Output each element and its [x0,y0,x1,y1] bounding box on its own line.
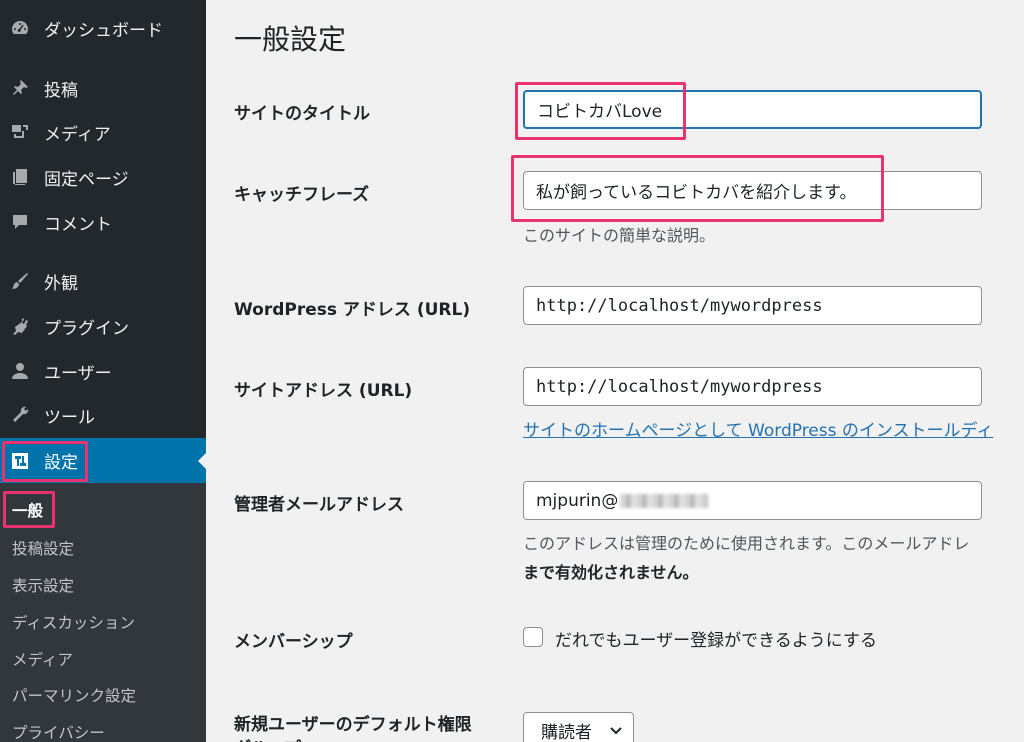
menu-label: コメント [44,214,112,235]
submenu-discussion[interactable]: ディスカッション [12,611,135,633]
menu-tools[interactable]: ツール [0,395,206,435]
admin-email-value: mjpurin@ [536,490,619,511]
menu-comments[interactable]: コメント [0,202,206,242]
menu-label: 外観 [44,273,78,294]
wp-address-label: WordPress アドレス (URL) [234,300,471,320]
wrench-icon [8,403,32,427]
site-address-label: サイトアドレス (URL) [234,381,413,401]
submenu-reading[interactable]: 表示設定 [12,574,74,596]
membership-checkbox[interactable] [523,627,543,647]
active-indicator [198,452,206,469]
settings-icon [8,449,32,473]
menu-plugins[interactable]: プラグイン [0,306,206,346]
site-title-label: サイトのタイトル [234,104,370,124]
default-role-select[interactable]: 購読者 [523,712,634,742]
menu-label: 投稿 [44,80,78,101]
submenu-general[interactable]: 一般 [12,499,43,521]
menu-label: 固定ページ [44,169,129,190]
submenu-media[interactable]: メディア [12,648,73,670]
media-icon [8,120,32,144]
pin-icon [8,76,32,100]
menu-label: ダッシュボード [44,20,163,41]
menu-dashboard[interactable]: ダッシュボード [0,8,206,48]
default-role-label: 新規ユーザーのデフォルト権限 [234,715,472,735]
default-role-selected: 購読者 [541,722,592,742]
menu-posts[interactable]: 投稿 [0,68,206,108]
dashboard-icon [8,16,32,40]
admin-email-input[interactable]: mjpurin@ [523,481,982,520]
menu-appearance[interactable]: 外観 [0,261,206,301]
membership-checkbox-label[interactable]: だれでもユーザー登録ができるようにする [555,626,877,651]
page-icon [8,165,32,189]
site-title-input[interactable]: コビトカバLove [523,90,982,129]
admin-email-description-bold: まで有効化されません。 [523,559,699,583]
menu-label: 設定 [44,453,78,473]
submenu-privacy[interactable]: プライバシー [12,721,105,742]
admin-email-description-line2: まで有効化されません。 [523,563,699,582]
tagline-input[interactable]: 私が飼っているコビトカバを紹介します。 [523,171,982,210]
menu-media[interactable]: メディア [0,112,206,152]
user-icon [8,359,32,383]
site-address-help-link[interactable]: サイトのホームページとして WordPress のインストールディ [523,416,993,441]
menu-label: ツール [44,407,95,428]
tagline-label: キャッチフレーズ [234,185,370,205]
redacted-email-blur [620,493,709,508]
submenu-writing[interactable]: 投稿設定 [12,537,74,559]
page-title: 一般設定 [234,23,347,56]
submenu-permalinks[interactable]: パーマリンク設定 [12,684,136,706]
admin-sidebar: ダッシュボード 投稿 メディア 固定ページ コメント 外観 プラグイン ユーザー… [0,0,206,742]
menu-users[interactable]: ユーザー [0,351,206,391]
menu-label: メディア [44,124,111,145]
comment-icon [8,210,32,234]
admin-email-label: 管理者メールアドレス [234,495,404,515]
membership-label: メンバーシップ [234,632,353,652]
tagline-description: このサイトの簡単な説明。 [523,226,716,245]
menu-label: プラグイン [44,318,129,339]
menu-pages[interactable]: 固定ページ [0,157,206,197]
settings-submenu: 一般 投稿設定 表示設定 ディスカッション メディア パーマリンク設定 プライバ… [0,483,206,742]
site-address-input[interactable]: http://localhost/mywordpress [523,367,982,406]
plugin-icon [8,314,32,338]
chevron-down-icon [610,727,622,735]
menu-label: ユーザー [44,363,112,384]
admin-email-description: このアドレスは管理のために使用されます。このメールアドレ [523,534,970,553]
wp-address-input[interactable]: http://localhost/mywordpress [523,286,982,325]
default-role-label-line2: グループ [234,734,301,742]
brush-icon [8,269,32,293]
menu-settings[interactable]: 設定 [0,438,206,483]
